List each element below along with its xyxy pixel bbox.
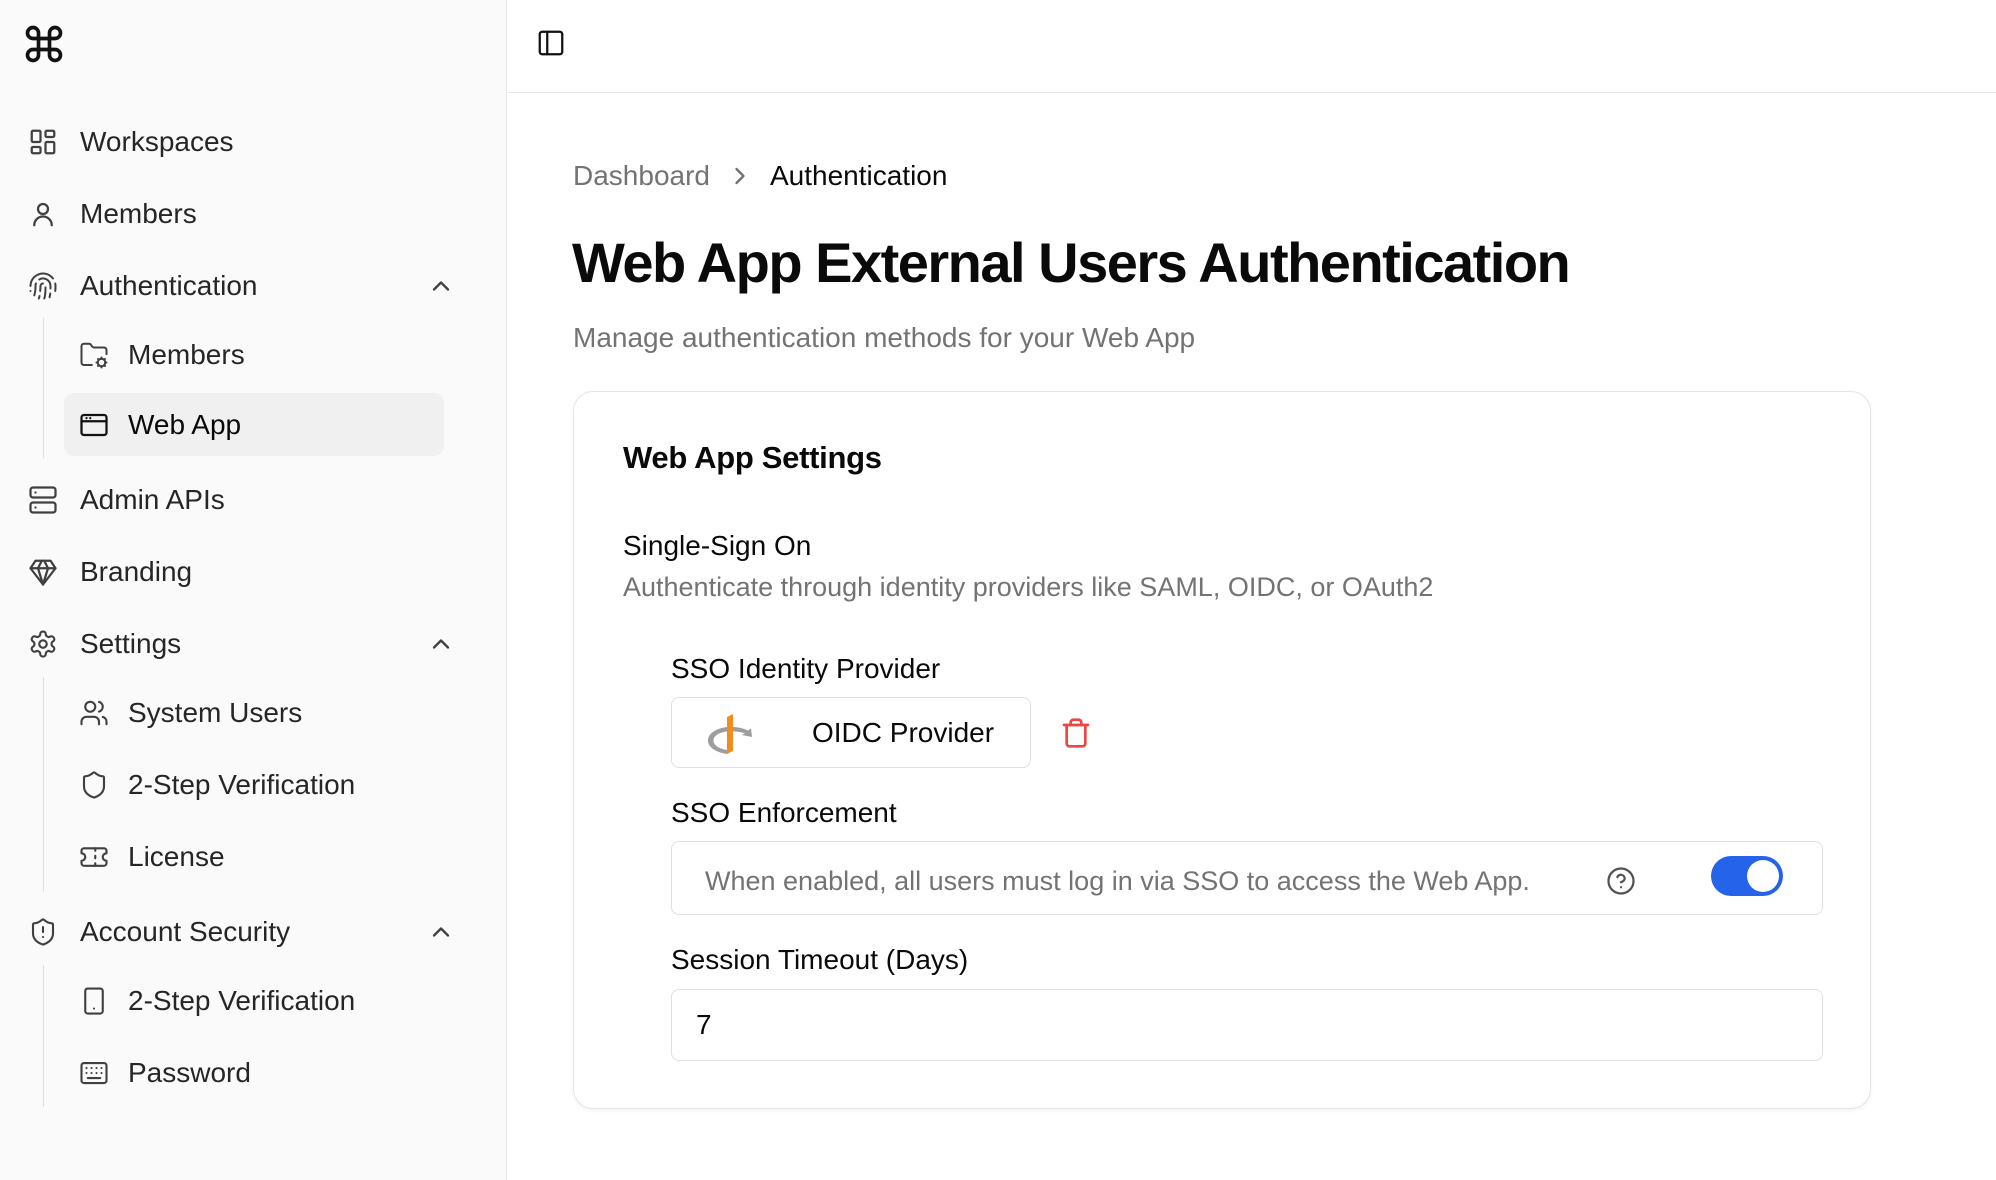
- smartphone-icon: [78, 985, 110, 1017]
- sidebar-item-authentication[interactable]: Authentication: [20, 256, 475, 316]
- sso-section-description: Authenticate through identity providers …: [623, 572, 1434, 602]
- card-title: Web App Settings: [623, 440, 882, 475]
- sidebar-subitem-label: System Users: [128, 696, 303, 728]
- sidebar-item-label: Admin APIs: [80, 484, 225, 515]
- sidebar-item-branding[interactable]: Branding: [20, 542, 475, 602]
- sidebar-item-workspaces[interactable]: Workspaces: [20, 112, 475, 172]
- server-icon: [27, 484, 59, 516]
- shield-alert-icon: [27, 916, 59, 948]
- submenu-line: [43, 677, 44, 892]
- session-timeout-input[interactable]: [671, 989, 1823, 1061]
- sidebar-item-account-security[interactable]: Account Security: [20, 902, 475, 962]
- sidebar-subitem-label: Password: [128, 1056, 251, 1088]
- page-title: Web App External Users Authentication: [572, 231, 1571, 294]
- breadcrumb-dashboard-link[interactable]: Dashboard: [573, 160, 710, 192]
- sidebar-subitem-label: Web App: [128, 408, 242, 440]
- sso-section-title: Single-Sign On: [623, 530, 812, 561]
- user-icon: [27, 198, 59, 230]
- sso-enforcement-box: When enabled, all users must log in via …: [671, 841, 1823, 915]
- oidc-provider-button[interactable]: OIDC Provider: [671, 697, 1031, 768]
- provider-name: OIDC Provider: [812, 717, 995, 748]
- sidebar-subitem-web-app[interactable]: Web App: [64, 393, 444, 456]
- sso-provider-label: SSO Identity Provider: [671, 653, 941, 684]
- sso-enforcement-label: SSO Enforcement: [671, 797, 897, 828]
- gem-icon: [27, 556, 59, 588]
- help-circle-icon[interactable]: [1606, 866, 1636, 896]
- settings-gear-icon: [27, 628, 59, 660]
- page-subtitle: Manage authentication methods for your W…: [573, 322, 1196, 353]
- keyboard-icon: [78, 1057, 110, 1089]
- fingerprint-icon: [27, 270, 59, 302]
- trash-icon[interactable]: [1060, 717, 1092, 749]
- chevron-right-icon: [735, 167, 745, 185]
- shield-icon: [78, 769, 110, 801]
- chevron-up-icon[interactable]: [427, 272, 455, 300]
- sidebar-item-label: Settings: [80, 628, 182, 659]
- sidebar-subitem-auth-members[interactable]: Members: [64, 323, 444, 386]
- toggle-knob: [1747, 860, 1779, 892]
- session-timeout-label: Session Timeout (Days): [671, 944, 969, 975]
- app-root: Workspaces Members Authentication Member…: [0, 0, 1996, 1180]
- sidebar-subitem-label: Members: [128, 338, 245, 370]
- sidebar-item-members[interactable]: Members: [20, 184, 475, 244]
- chevron-up-icon[interactable]: [427, 918, 455, 946]
- users-icon: [78, 697, 110, 729]
- sidebar-item-label: Account Security: [80, 916, 291, 947]
- web-app-settings-card: Web App Settings Single-Sign On Authenti…: [573, 391, 1871, 1109]
- sidebar-item-label: Branding: [80, 556, 193, 587]
- sidebar-subitem-system-users[interactable]: System Users: [64, 681, 444, 744]
- sidebar-item-label: Authentication: [80, 270, 258, 301]
- sidebar-subitem-label: 2-Step Verification: [128, 984, 356, 1016]
- top-bar: [508, 0, 1996, 93]
- sidebar-item-label: Workspaces: [80, 126, 234, 157]
- command-icon[interactable]: [22, 21, 66, 67]
- sso-enforcement-toggle[interactable]: [1711, 856, 1783, 896]
- sidebar-item-admin-apis[interactable]: Admin APIs: [20, 470, 475, 530]
- sidebar-subitem-label: 2-Step Verification: [128, 768, 356, 800]
- submenu-line: [43, 318, 44, 458]
- openid-logo-icon: [708, 714, 752, 754]
- sidebar-subitem-password[interactable]: Password: [64, 1041, 444, 1104]
- chevron-up-icon[interactable]: [427, 630, 455, 658]
- panel-left-icon[interactable]: [536, 28, 566, 58]
- sidebar-subitem-license[interactable]: License: [64, 825, 444, 888]
- breadcrumb: Dashboard Authentication: [573, 160, 947, 192]
- folder-cog-icon: [78, 339, 110, 371]
- sidebar: Workspaces Members Authentication Member…: [0, 0, 507, 1180]
- app-window-icon: [78, 409, 110, 441]
- sidebar-item-settings[interactable]: Settings: [20, 614, 475, 674]
- breadcrumb-current: Authentication: [769, 160, 948, 191]
- sidebar-subitem-label: License: [128, 840, 225, 872]
- submenu-line: [43, 965, 44, 1107]
- sidebar-subitem-account-2-step[interactable]: 2-Step Verification: [64, 969, 444, 1032]
- sidebar-item-label: Members: [80, 198, 197, 229]
- sidebar-subitem-2-step-verification[interactable]: 2-Step Verification: [64, 753, 444, 816]
- enforcement-description: When enabled, all users must log in via …: [705, 866, 1530, 896]
- ticket-icon: [78, 841, 110, 873]
- layout-grid-icon: [27, 126, 59, 158]
